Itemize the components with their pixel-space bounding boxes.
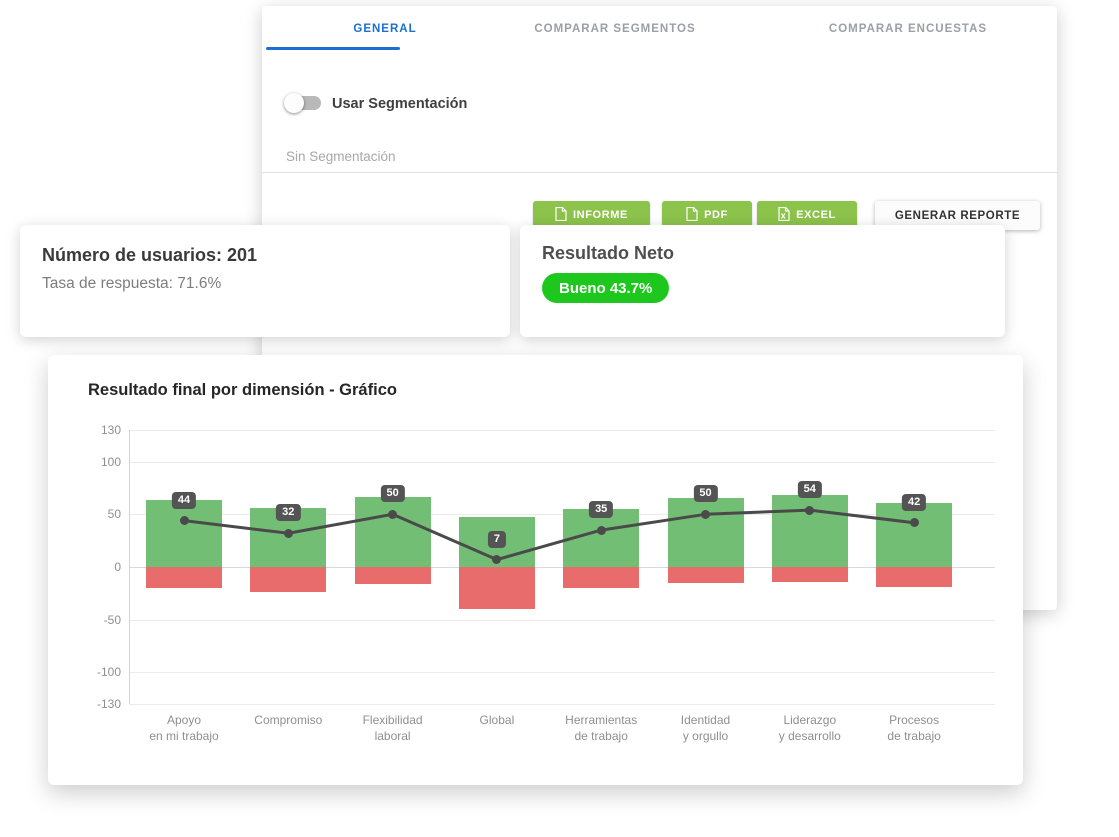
- net-point: [492, 555, 501, 564]
- net-point: [597, 526, 606, 535]
- chart-title: Resultado final por dimensión - Gráfico: [88, 381, 397, 400]
- net-value-badge: 54: [798, 481, 822, 498]
- toggle-knob: [284, 93, 304, 113]
- file-pdf-icon: [555, 207, 567, 224]
- net-point: [388, 510, 397, 519]
- net-point: [284, 529, 293, 538]
- net-point: [701, 510, 710, 519]
- excel-button-label: EXCEL: [796, 209, 836, 221]
- net-point: [180, 516, 189, 525]
- y-tick-label: 100: [79, 455, 121, 469]
- file-excel-icon: [778, 207, 790, 224]
- informe-button-label: INFORME: [573, 209, 628, 221]
- dimension-chart-card: Resultado final por dimensión - Gráfico …: [48, 355, 1023, 785]
- tab-comparar-encuestas[interactable]: COMPARAR ENCUESTAS: [829, 23, 987, 35]
- net-result-title: Resultado Neto: [542, 243, 674, 264]
- y-tick-label: 50: [79, 507, 121, 521]
- net-value-badge: 35: [589, 501, 613, 518]
- y-tick-label: -100: [79, 665, 121, 679]
- users-stats-card: Número de usuarios: 201 Tasa de respuest…: [20, 225, 510, 337]
- users-count: Número de usuarios: 201: [42, 245, 257, 266]
- generar-reporte-button-label: GENERAR REPORTE: [895, 210, 1020, 222]
- tab-general[interactable]: GENERAL: [353, 23, 416, 35]
- net-result-line: [129, 430, 995, 704]
- segmentation-toggle[interactable]: [287, 95, 323, 111]
- segmentation-select[interactable]: Sin Segmentación: [286, 149, 396, 164]
- segmentation-toggle-label: Usar Segmentación: [332, 96, 467, 112]
- file-pdf-icon: [686, 207, 698, 224]
- grid-line: [129, 704, 995, 705]
- y-tick-label: -130: [79, 697, 121, 711]
- net-value-badge: 42: [902, 494, 926, 511]
- response-rate: Tasa de respuesta: 71.6%: [42, 275, 221, 293]
- active-tab-indicator: [266, 47, 400, 50]
- y-tick-label: 130: [79, 423, 121, 437]
- y-tick-label: -50: [79, 613, 121, 627]
- net-result-badge: Bueno 43.7%: [542, 273, 669, 303]
- net-result-card: Resultado Neto Bueno 43.7%: [520, 225, 1005, 337]
- net-value-badge: 50: [380, 485, 404, 502]
- x-axis-label: Procesosde trabajo: [849, 712, 979, 744]
- tab-comparar-segmentos[interactable]: COMPARAR SEGMENTOS: [534, 23, 695, 35]
- net-value-badge: 44: [172, 492, 196, 509]
- y-tick-label: 0: [79, 560, 121, 574]
- net-point: [910, 518, 919, 527]
- dashboard-page: GENERAL COMPARAR SEGMENTOS COMPARAR ENCU…: [0, 0, 1119, 837]
- panel-divider: [262, 172, 1057, 173]
- net-value-badge: 7: [488, 531, 506, 548]
- pdf-button-label: PDF: [704, 209, 728, 221]
- net-value-badge: 32: [276, 504, 300, 521]
- net-value-badge: 50: [693, 485, 717, 502]
- net-point: [805, 506, 814, 515]
